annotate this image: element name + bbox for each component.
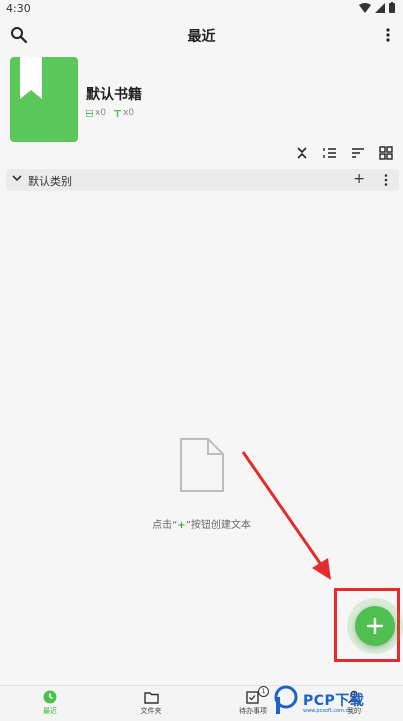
add-text-fab[interactable] [355,606,395,646]
watermark-subtext: www.pcsoft.com.cn [303,708,352,714]
nav-folders[interactable]: 文件夹 [111,689,191,716]
clock-icon [43,690,57,704]
nav-recent-label: 最近 [43,707,57,715]
nav-folders-label: 文件夹 [140,707,162,715]
nav-recent[interactable]: 最近 [10,689,90,716]
watermark: PCP下载 www.pcsoft.com.cn [273,682,399,718]
plus-icon [367,618,383,634]
watermark-text: PCP下载 [303,693,365,709]
folder-icon [143,691,159,704]
watermark-logo-icon [274,685,298,714]
todo-badge: 1 [258,686,269,697]
